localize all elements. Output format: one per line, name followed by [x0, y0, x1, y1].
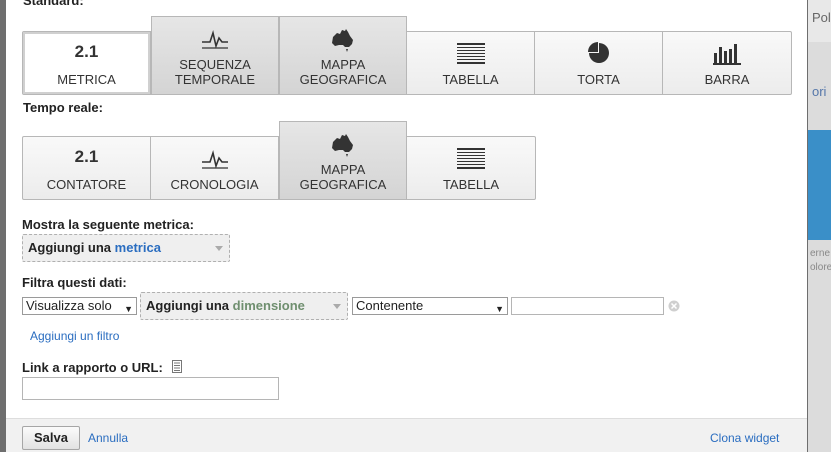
background-text: erne: [810, 248, 831, 259]
tab-torta[interactable]: TORTA: [535, 32, 663, 94]
tab-metrica[interactable]: 2.1 METRICA: [23, 32, 151, 94]
metric-number-icon: 2.1: [74, 42, 99, 61]
chevron-down-icon: ▼: [124, 304, 133, 314]
realtime-label: Tempo reale:: [23, 100, 103, 115]
australia-map-icon: [332, 29, 353, 52]
match-type-select[interactable]: Contenente ▼: [352, 297, 508, 315]
realtime-tabbar: 2.1 CONTATORE CRONOLOGIA MAPPA GEOGRAFIC…: [22, 121, 536, 200]
tab-label: METRICA: [57, 72, 116, 87]
tab-label: MAPPA GEOGRAFICA: [299, 162, 387, 192]
standard-tabbar: 2.1 METRICA SEQUENZA TEMPORALE MAPPA GEO…: [22, 16, 792, 95]
clone-widget-link[interactable]: Clona widget: [710, 431, 779, 445]
filter-mode-select[interactable]: Visualizza solo ▼: [22, 297, 137, 315]
background-blue-panel: [808, 130, 831, 240]
tab-cronologia[interactable]: CRONOLOGIA: [151, 137, 279, 199]
tab-label: TABELLA: [442, 177, 500, 192]
metric-label: Mostra la seguente metrica:: [22, 217, 194, 232]
australia-map-icon: [332, 134, 353, 157]
add-dimension-combo[interactable]: Aggiungi una dimensione: [140, 292, 348, 320]
add-filter-link[interactable]: Aggiungi un filtro: [30, 329, 119, 343]
tab-barra[interactable]: BARRA: [663, 32, 791, 94]
chevron-down-icon: [333, 304, 341, 309]
table-icon: [457, 148, 485, 169]
tab-mappa-geografica[interactable]: MAPPA GEOGRAFICA: [279, 16, 407, 94]
dialog-footer: Salva Annulla Clona widget: [6, 418, 807, 452]
background-page: Pol ori erne olore: [808, 0, 831, 452]
widget-dialog: Standard: 2.1 METRICA SEQUENZA TEMPORALE…: [6, 0, 807, 452]
background-text: olore: [810, 262, 831, 273]
tab-tabella-realtime[interactable]: TABELLA: [407, 137, 535, 199]
match-type-value: Contenente: [356, 298, 424, 313]
background-header-text: Pol: [812, 10, 831, 25]
add-metric-accent: metrica: [114, 240, 161, 255]
link-label: Link a rapporto o URL:: [22, 360, 163, 375]
tab-label: MAPPA GEOGRAFICA: [299, 57, 387, 87]
add-metric-prefix: Aggiungi una: [28, 240, 112, 255]
add-dimension-prefix: Aggiungi una: [146, 298, 230, 313]
chevron-down-icon: [215, 246, 223, 251]
add-metric-combo[interactable]: Aggiungi una metrica: [22, 234, 230, 262]
filter-value-input[interactable]: [511, 297, 664, 315]
document-icon[interactable]: [172, 360, 182, 373]
bar-chart-icon: [713, 44, 741, 65]
tab-label: TABELLA: [442, 72, 499, 87]
filter-mode-value: Visualizza solo: [26, 298, 112, 313]
cancel-link[interactable]: Annulla: [88, 431, 128, 445]
pie-chart-icon: [587, 42, 609, 63]
tab-sequenza-temporale[interactable]: SEQUENZA TEMPORALE: [151, 16, 279, 94]
table-icon: [456, 43, 485, 64]
tab-label: BARRA: [704, 72, 750, 87]
tab-label: CRONOLOGIA: [170, 177, 259, 192]
background-link: ori: [812, 84, 827, 99]
chevron-down-icon: ▼: [495, 304, 504, 314]
add-dimension-accent: dimensione: [232, 298, 305, 313]
clear-filter-icon[interactable]: [668, 300, 680, 312]
filter-label: Filtra questi dati:: [22, 275, 127, 290]
tab-label: CONTATORE: [46, 177, 127, 192]
tab-label: SEQUENZA TEMPORALE: [174, 57, 256, 87]
line-chart-icon: [202, 30, 228, 49]
save-button[interactable]: Salva: [22, 426, 80, 450]
tab-mappa-geografica-realtime[interactable]: MAPPA GEOGRAFICA: [279, 121, 407, 199]
line-chart-icon: [201, 150, 228, 169]
counter-number-icon: 2.1: [74, 147, 99, 166]
background-header: Pol: [808, 0, 831, 42]
tab-tabella[interactable]: TABELLA: [407, 32, 535, 94]
tab-label: TORTA: [577, 72, 620, 87]
tab-contatore[interactable]: 2.1 CONTATORE: [23, 137, 151, 199]
link-url-input[interactable]: [22, 377, 279, 400]
standard-label: Standard:: [23, 0, 84, 8]
